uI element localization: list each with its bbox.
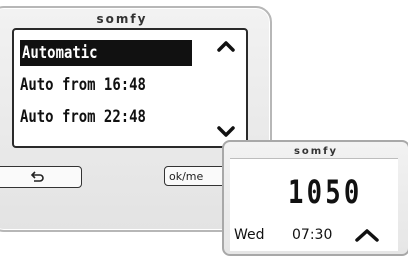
scroll-down-icon[interactable]: [216, 124, 236, 140]
chevron-up-icon[interactable]: [354, 226, 380, 244]
menu-item-auto-from-2248[interactable]: Auto from 22:48: [20, 104, 146, 130]
small-screen: 1050 Wed 07:30: [230, 158, 398, 251]
small-device: somfy 1050 Wed 07:30: [222, 140, 408, 256]
brand-logo-small: somfy: [293, 146, 339, 157]
back-button[interactable]: [0, 166, 82, 188]
day-label: Wed: [234, 227, 265, 243]
brand-logo: somfy: [96, 12, 148, 26]
main-screen: Automatic Auto from 16:48 Auto from 22:4…: [12, 28, 248, 148]
scroll-up-icon[interactable]: [216, 38, 236, 54]
menu-item-label: Automatic: [22, 43, 98, 63]
time-label: 07:30: [292, 227, 333, 243]
menu-item-automatic[interactable]: Automatic: [20, 40, 192, 66]
menu-item-auto-from-1648[interactable]: Auto from 16:48: [20, 72, 146, 98]
return-arrow-icon: [30, 171, 44, 182]
segment-display: 1050: [288, 173, 363, 211]
